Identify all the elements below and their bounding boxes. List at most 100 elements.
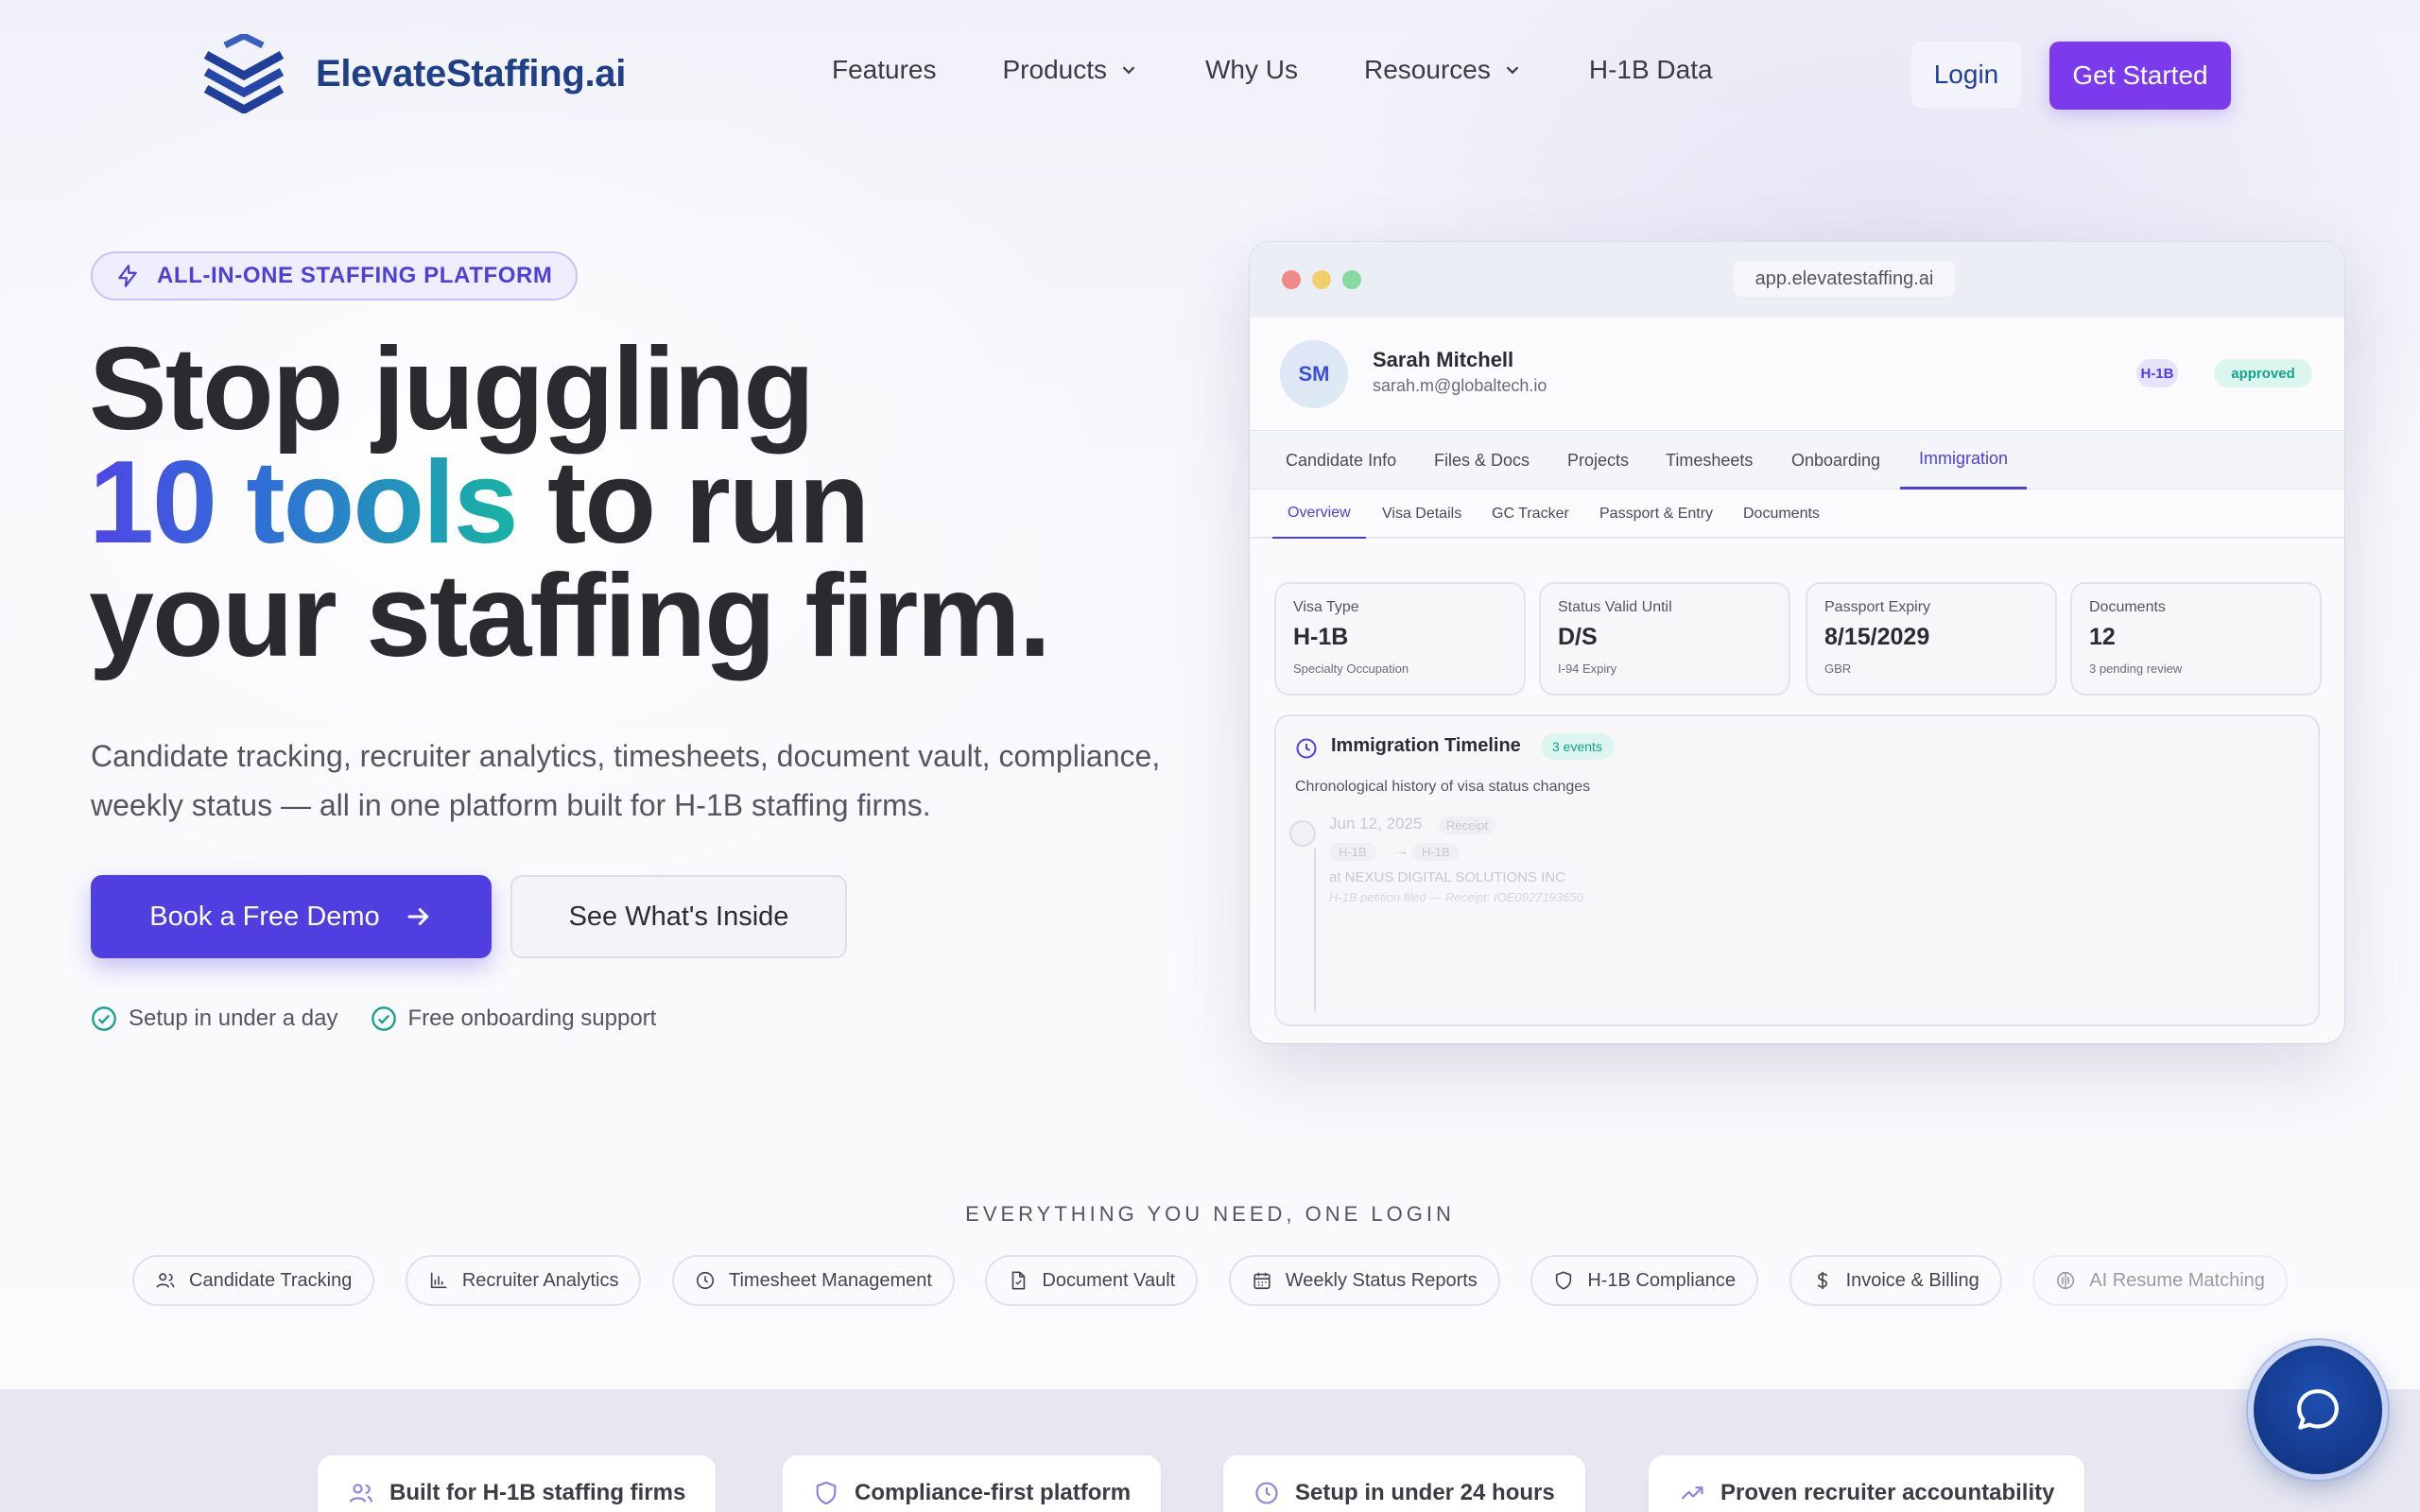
chip-timesheet-management[interactable]: Timesheet Management (671, 1255, 955, 1306)
subtab-documents[interactable]: Documents (1743, 490, 1820, 539)
feature-chips: Candidate Tracking Recruiter Analytics T… (132, 1255, 2288, 1306)
trust-band: Built for H-1B staffing firms Compliance… (0, 1389, 2420, 1512)
chip-label: Weekly Status Reports (1285, 1269, 1478, 1291)
calendar-icon (1253, 1272, 1270, 1290)
headline-line-1: Stop juggling (89, 324, 815, 455)
event-note: H-1B petition filed — Receipt: IOE092719… (1329, 890, 1583, 904)
brand-logo[interactable]: ElevateStaffing.ai (197, 34, 626, 113)
subtab-overview[interactable]: Overview (1272, 490, 1366, 539)
nav-link-label: Features (832, 55, 937, 84)
dollar-icon (1817, 1271, 1827, 1290)
check-item: Free onboarding support (371, 1005, 656, 1032)
trust-item-accountability: Proven recruiter accountability (1649, 1455, 2085, 1512)
card-sub: 3 pending review (2089, 662, 2183, 676)
hero-subtitle: Candidate tracking, recruiter analytics,… (91, 739, 1161, 822)
subtab-passport-entry[interactable]: Passport & Entry (1599, 490, 1713, 539)
book-demo-button[interactable]: Book a Free Demo (91, 875, 492, 958)
subtab-gc-tracker[interactable]: GC Tracker (1492, 490, 1569, 539)
card-label: Documents (2089, 599, 2166, 615)
brain-icon (2057, 1271, 2075, 1290)
card-value: H-1B (1293, 624, 1349, 650)
tab-projects[interactable]: Projects (1567, 431, 1629, 490)
timeline-title: Immigration Timeline (1331, 735, 1521, 756)
window-maximize-dot (1342, 270, 1361, 289)
book-demo-label: Book a Free Demo (149, 901, 380, 932)
card-value: 12 (2089, 624, 2116, 650)
trust-item-compliance: Compliance-first platform (783, 1455, 1162, 1512)
tab-onboarding[interactable]: Onboarding (1791, 431, 1880, 490)
nav-link-h1b-data[interactable]: H-1B Data (1589, 55, 1713, 85)
tab-timesheets[interactable]: Timesheets (1666, 431, 1753, 490)
candidate-name: Sarah Mitchell (1373, 348, 1514, 371)
brand-name: ElevateStaffing.ai (316, 52, 627, 94)
chip-recruiter-analytics[interactable]: Recruiter Analytics (405, 1255, 642, 1306)
login-button[interactable]: Login (1911, 42, 2021, 108)
subtab-visa-details[interactable]: Visa Details (1382, 490, 1461, 539)
profile-tabs: Candidate Info Files & Docs Projects Tim… (1250, 431, 2344, 490)
card-label: Status Valid Until (1558, 599, 1672, 615)
chip-document-vault[interactable]: Document Vault (985, 1255, 1199, 1306)
card-sub: I-94 Expiry (1558, 662, 1617, 676)
tab-files-docs[interactable]: Files & Docs (1434, 431, 1530, 490)
immigration-timeline-panel: Immigration Timeline 3 events Chronologi… (1274, 714, 2320, 1026)
clock-icon (1255, 1482, 1278, 1504)
status-valid-card: Status Valid Until D/S I-94 Expiry (1539, 582, 1790, 696)
event-from: H-1B (1329, 843, 1376, 861)
nav-link-label: H-1B Data (1588, 55, 1713, 84)
visa-badge: H-1B (2136, 359, 2178, 387)
shield-icon (816, 1481, 837, 1505)
window-minimize-dot (1312, 270, 1331, 289)
timeline-node (1289, 820, 1316, 847)
visa-type-card: Visa Type H-1B Specialty Occupation (1274, 582, 1526, 696)
check-item: Setup in under a day (91, 1005, 338, 1032)
chip-ai-resume-matching[interactable]: AI Resume Matching (2032, 1255, 2288, 1306)
app-mockup-window: app.elevatestaffing.ai SM Sarah Mitchell… (1250, 242, 2344, 1043)
headline-line-3: your staffing firm. (89, 551, 1051, 681)
card-value: D/S (1558, 624, 1598, 650)
event-company: at NEXUS DIGITAL SOLUTIONS INC (1329, 869, 1566, 885)
bar-chart-icon (430, 1272, 447, 1289)
chevron-down-icon (1506, 66, 1519, 75)
immigration-subtabs: Overview Visa Details GC Tracker Passpor… (1250, 490, 2344, 539)
hero-headline: Stop juggling 10 tools to run your staff… (89, 331, 1051, 675)
nav-link-features[interactable]: Features (832, 55, 937, 85)
event-arrow: → (1395, 843, 1409, 858)
nav-link-products[interactable]: Products (1003, 55, 1140, 85)
see-inside-button[interactable]: See What's Inside (510, 875, 847, 958)
event-date: Jun 12, 2025 (1329, 815, 1423, 833)
users-icon (156, 1273, 175, 1288)
headline-line-2: to run (516, 438, 870, 568)
browser-bar: app.elevatestaffing.ai (1250, 242, 2344, 318)
chip-label: Invoice & Billing (1845, 1269, 1979, 1291)
lightning-icon (118, 265, 137, 287)
card-label: Visa Type (1293, 599, 1359, 615)
nav-link-why-us[interactable]: Why Us (1205, 55, 1298, 85)
chip-weekly-status-reports[interactable]: Weekly Status Reports (1228, 1255, 1500, 1306)
timeline-description: Chronological history of visa status cha… (1295, 779, 1591, 795)
candidate-email: sarah.m@globaltech.io (1373, 376, 1547, 395)
chat-bubble-icon (2297, 1389, 2339, 1430)
chip-label: Candidate Tracking (189, 1269, 353, 1291)
card-sub: GBR (1824, 662, 1852, 676)
nav-link-resources[interactable]: Resources (1364, 55, 1523, 85)
nav-link-label: Products (1002, 55, 1108, 84)
check-circle-icon (92, 1006, 116, 1031)
documents-card: Documents 12 3 pending review (2070, 582, 2322, 696)
chip-label: H-1B Compliance (1587, 1269, 1737, 1291)
event-to: H-1B (1412, 843, 1460, 861)
trust-label: Built for H-1B staffing firms (389, 1480, 686, 1505)
chip-candidate-tracking[interactable]: Candidate Tracking (132, 1255, 375, 1306)
get-started-button[interactable]: Get Started (2049, 42, 2231, 110)
card-label: Passport Expiry (1824, 599, 1931, 615)
chevron-down-icon (1122, 66, 1135, 75)
trending-up-icon (1681, 1486, 1703, 1500)
hero-pill-badge: ALL-IN-ONE STAFFING PLATFORM (91, 251, 578, 301)
chat-launcher-button[interactable] (2254, 1346, 2382, 1474)
avatar: SM (1280, 340, 1348, 408)
chip-invoice-billing[interactable]: Invoice & Billing (1789, 1255, 2002, 1306)
check-label: Setup in under a day (129, 1005, 338, 1031)
chip-h1b-compliance[interactable]: H-1B Compliance (1530, 1255, 1759, 1306)
file-icon (1012, 1271, 1026, 1290)
tab-immigration[interactable]: Immigration (1900, 431, 2028, 490)
tab-candidate-info[interactable]: Candidate Info (1286, 431, 1396, 490)
